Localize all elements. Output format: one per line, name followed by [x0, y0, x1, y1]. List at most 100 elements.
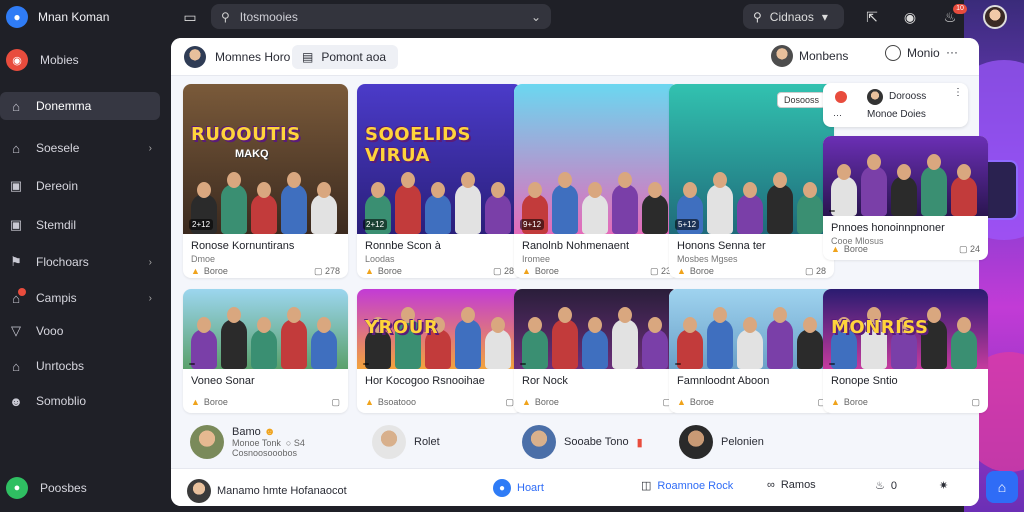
more-menu-button[interactable]: ··· [946, 45, 958, 59]
sidebar-item-stemdil[interactable]: ▣ Stemdil [0, 211, 160, 239]
profile-item[interactable]: Pelonien [679, 425, 764, 459]
profile-item[interactable]: Rolet [372, 425, 440, 459]
card-thumbnail[interactable] [183, 289, 348, 369]
card-title[interactable]: Ranolnb Nohmenaent [522, 240, 629, 252]
sidebar-item-donemma[interactable]: ⌂ Donemma [0, 92, 160, 120]
content-card[interactable]: SOOELIDS VIRUA 2+12 Ronnbe Scon à Loodas… [357, 84, 522, 278]
fire-icon: ▲ [365, 266, 374, 276]
red-circle-icon: ◉ [6, 49, 28, 71]
content-card[interactable]: Pnnoes honoinnpnoner Cooe Mlosus ▲ Boroe … [823, 136, 988, 260]
card-title[interactable]: Ronnbe Scon à [365, 240, 441, 252]
search-input[interactable]: Itosmooies [240, 10, 521, 24]
floating-mini-card[interactable]: Dorooss ⋮ ··· Monoe Doies [823, 83, 968, 127]
avatar [522, 425, 556, 459]
sidebar-item-flochoars[interactable]: ⚑ Flochoars › [0, 248, 160, 276]
home-button[interactable]: ● Hoart [493, 479, 544, 497]
card-thumbnail[interactable]: MONRISS [823, 289, 988, 369]
brand[interactable]: ● Mnan Koman [6, 6, 109, 28]
sidebar-item-mobies[interactable]: ◉ Mobies [0, 46, 160, 74]
react-button[interactable]: ∞ Ramos [767, 479, 816, 491]
card-thumbnail[interactable] [669, 289, 834, 369]
card-title[interactable]: Ror Nock [522, 375, 568, 387]
content-card[interactable]: Ror Nock ▲ Boroe ▢ [514, 289, 679, 413]
person-head [803, 317, 817, 333]
card-title[interactable]: Hor Kocogoo Rsnooihae [365, 375, 485, 387]
person-head [197, 182, 211, 198]
profile-item[interactable]: Sooabe Tono ▮ [522, 425, 643, 459]
person-figure [251, 329, 277, 369]
settings-icon: ✷ [939, 480, 949, 492]
person-figure [951, 176, 977, 216]
action-chip[interactable]: Monio [885, 45, 940, 61]
sidebar-item-vooo[interactable]: ▽ Vooo [0, 317, 160, 345]
card-title[interactable]: Ronope Sntio [831, 375, 898, 387]
profile-sub: Cosnoosooobos [232, 448, 298, 458]
content-card[interactable]: RUOOUTIS MAKQ 2+12 Ronose Kornuntirans D… [183, 84, 348, 278]
stop-icon[interactable]: ◉ [900, 7, 920, 27]
content-card[interactable]: MONRISS Ronope Sntio ▲ Boroe ▢ [823, 289, 988, 413]
card-title[interactable]: Famnloodnt Aboon [677, 375, 769, 387]
profile-item[interactable]: Bamo ☻ Monoe Tonk ○ S4 Cosnoosooobos [190, 425, 305, 459]
sidebar-item-unrtocbs[interactable]: ⌂ Unrtocbs [0, 352, 160, 380]
comment-box[interactable]: Manamo hmte Hofanaocot [187, 479, 347, 503]
person-head [927, 154, 941, 170]
card-thumbnail[interactable]: RUOOUTIS MAKQ 2+12 [183, 84, 348, 234]
sidebar-item-campis[interactable]: ⌂ Campis › [0, 284, 160, 312]
card-title[interactable]: Voneo Sonar [191, 375, 255, 387]
sidebar-item-dereoin[interactable]: ▣ Dereoin [0, 172, 160, 200]
sidebar-footer-item[interactable]: ● Poosbes [0, 474, 160, 502]
card-thumbnail[interactable]: 5+12 Dosooss [669, 84, 834, 234]
card-thumbnail[interactable]: 9+12 [514, 84, 679, 234]
count-tag [675, 363, 681, 365]
card-title[interactable]: Pnnoes honoinnpnoner [831, 222, 945, 234]
card-thumbnail[interactable]: SOOELIDS VIRUA 2+12 [357, 84, 522, 234]
person-figure [485, 329, 511, 369]
person-head [683, 182, 697, 198]
sidebar-item-label: Mobies [40, 53, 79, 67]
person-figure [281, 319, 307, 369]
card-title[interactable]: Ronose Kornuntirans [191, 240, 294, 252]
person-head [773, 172, 787, 188]
content-card[interactable]: 5+12 Dosooss Honons Senna ter Mosbes Mgs… [669, 84, 834, 278]
content-card[interactable]: YROUR Hor Kocogoo Rsnooihae ▲ Bsoatooo ▢ [357, 289, 522, 413]
share-button[interactable]: ◫ Roamnoe Rock [641, 479, 733, 493]
person-head [867, 154, 881, 170]
card-thumbnail[interactable]: YROUR [357, 289, 522, 369]
card-subtitle: Iromee [522, 254, 551, 264]
more-icon[interactable]: ⋮ [953, 87, 963, 98]
mini-card-small: ··· [833, 110, 842, 120]
sidebar-item-soesele[interactable]: ⌂ Soesele › [0, 134, 160, 162]
avatar [187, 479, 211, 503]
sidebar-item-somoblio[interactable]: ☻ Somoblio [0, 387, 160, 415]
person-figure [642, 194, 668, 234]
count-tag: 5+12 [675, 219, 700, 230]
home-fab-button[interactable]: ⌂ [986, 471, 1018, 503]
content-card[interactable]: Famnloodnt Aboon ▲ Boroe ▢ [669, 289, 834, 413]
export-icon[interactable]: ⇱ [862, 7, 882, 27]
users-icon: ☻ [9, 393, 23, 409]
card-thumbnail[interactable] [823, 136, 988, 216]
avatar[interactable] [184, 46, 206, 68]
settings-button[interactable]: ✷ [939, 479, 948, 492]
person-figure [455, 319, 481, 369]
search-bar[interactable]: ⚲ Itosmooies ⌄ [211, 4, 551, 29]
content-card[interactable]: 9+12 Ranolnb Nohmenaent Iromee ▲ Boroe ▢ … [514, 84, 679, 278]
content-card[interactable]: Voneo Sonar ▲ Boroe ▢ [183, 289, 348, 413]
sidebar-item-label: Stemdil [36, 218, 77, 232]
card-thumbnail[interactable] [514, 289, 679, 369]
card-meta: ▲ Boroe ▢ [522, 397, 671, 408]
comment-text: Manamo hmte Hofanaocot [217, 485, 347, 497]
card-title[interactable]: Honons Senna ter [677, 240, 766, 252]
comment-icon: ▢ [971, 397, 980, 407]
profile-name: Rolet [414, 436, 440, 448]
chat-icon: ○ [285, 438, 292, 448]
user-avatar[interactable] [983, 5, 1007, 29]
count-tag [520, 363, 526, 365]
user-chip[interactable]: Monbens [771, 45, 848, 67]
chip-button[interactable]: ▤ Pomont aoa [292, 45, 399, 69]
person-head [287, 172, 301, 188]
tablet-icon[interactable]: ▭ [180, 7, 200, 27]
green-circle-icon: ● [6, 477, 28, 499]
notification-button[interactable]: ♨ 0 [875, 479, 897, 493]
filter-dropdown[interactable]: ⚲ Cidnaos ▾ [743, 4, 844, 29]
